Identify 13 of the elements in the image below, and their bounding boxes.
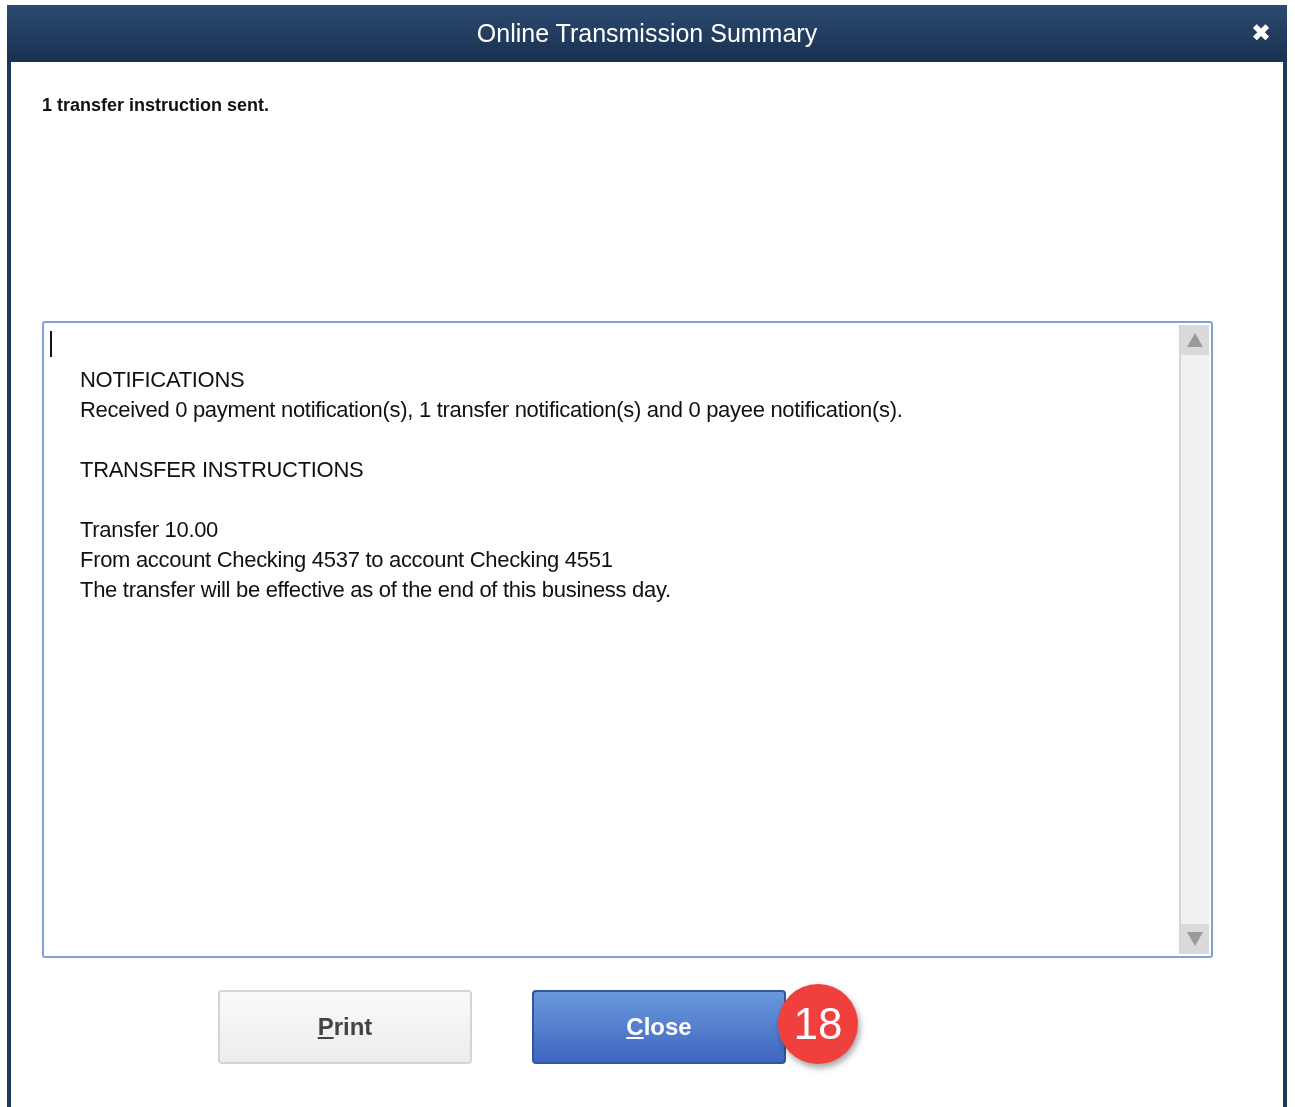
summary-line: From account Checking 4537 to account Checking 4551 [80,546,614,574]
scrollbar[interactable] [1179,325,1209,954]
summary-line: NOTIFICATIONS [80,366,246,394]
status-message: 1 transfer instruction sent. [42,95,271,116]
summary-text-area[interactable] [42,321,1213,958]
summary-line: Transfer 10.00 [80,516,220,544]
summary-line: The transfer will be effective as of the end of this business day. [80,576,672,604]
primary-action-button[interactable]: Close [532,990,786,1064]
step-number-badge: 18 [778,984,858,1064]
summary-line: Received 0 payment notification(s), 1 transfer notification(s) and 0 payee notification(s). [80,396,904,424]
secondary-action-button[interactable]: Print [218,990,472,1064]
summary-line: TRANSFER INSTRUCTIONS [80,456,365,484]
window-title: Online Transmission Summary [476,19,818,48]
